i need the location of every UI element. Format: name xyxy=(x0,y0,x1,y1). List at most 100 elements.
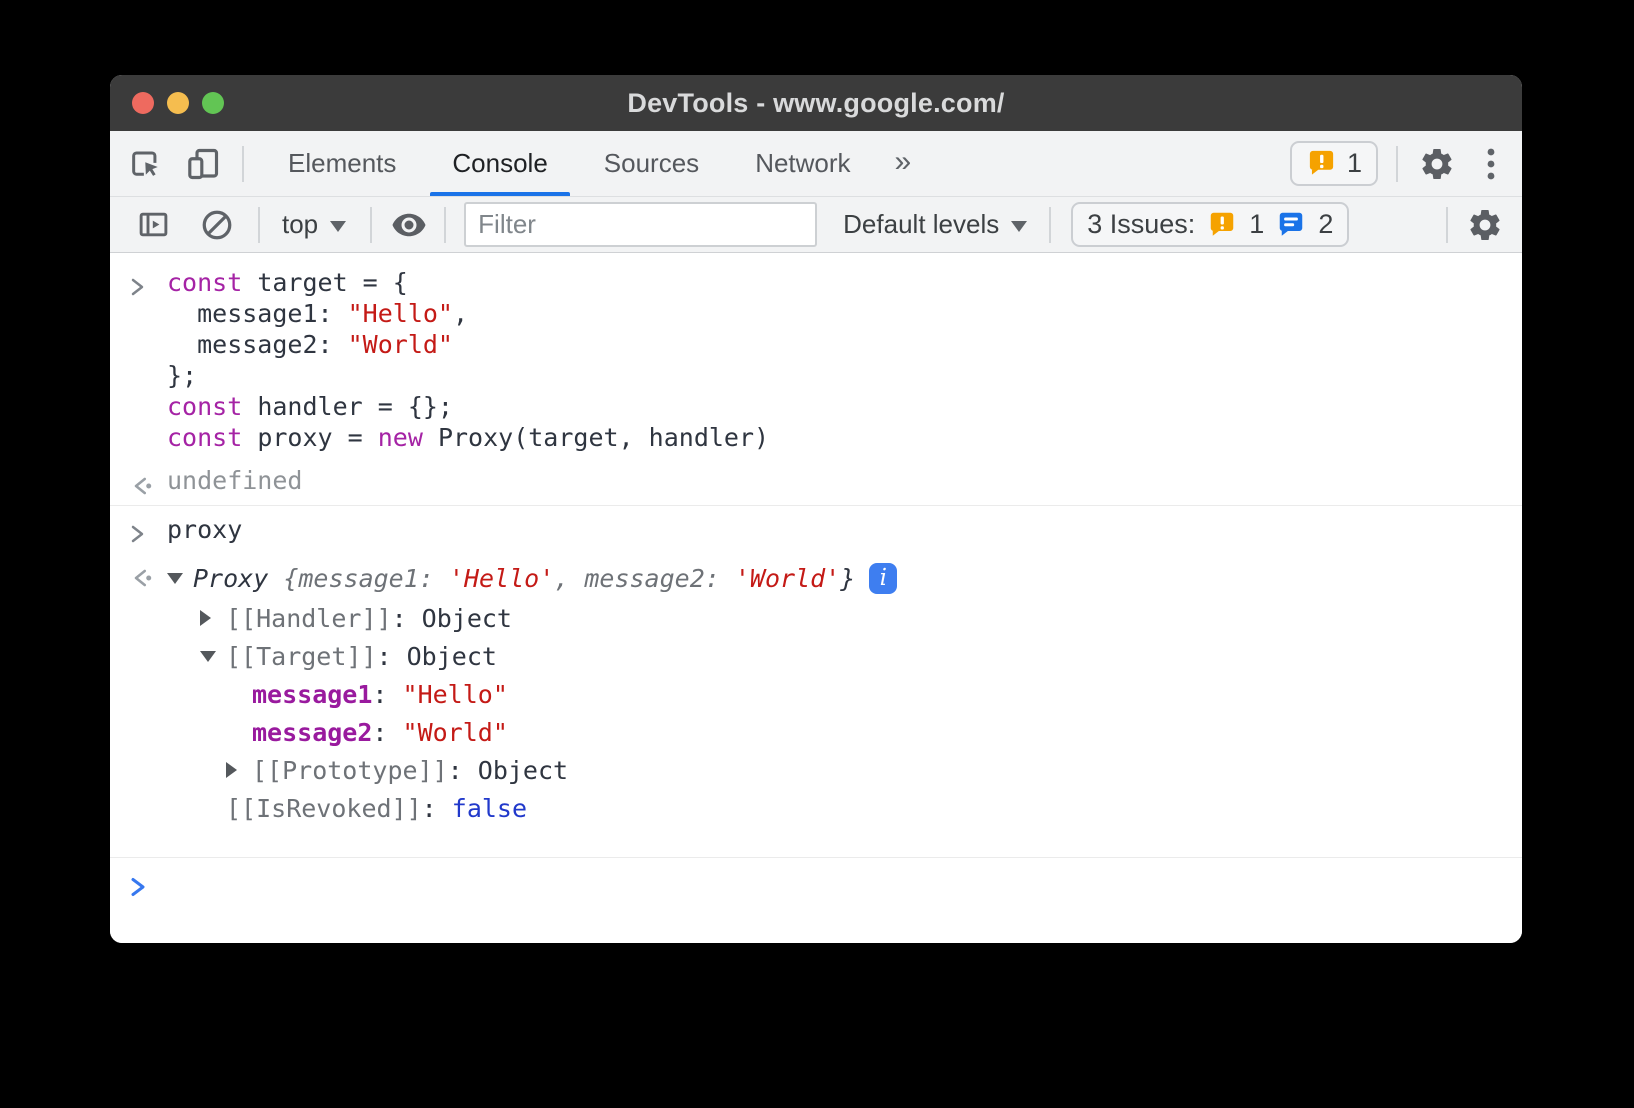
toolbar-divider xyxy=(370,207,372,243)
tree-row-text: [[IsRevoked]]: false xyxy=(226,794,527,823)
expand-right-icon[interactable] xyxy=(200,610,226,626)
console-row: }; xyxy=(110,360,1522,391)
console-row: message2: "World" xyxy=(110,329,1522,360)
issues-summary-button[interactable]: 3 Issues: 1 2 xyxy=(1071,202,1349,247)
console-panel: const target = { message1: "Hello", mess… xyxy=(110,253,1522,943)
live-expression-eye-icon[interactable] xyxy=(388,204,430,246)
info-icon[interactable]: i xyxy=(869,563,897,594)
console-row: undefined xyxy=(110,465,1522,499)
prompt-icon xyxy=(110,267,167,298)
panel-tabs: ElementsConsoleSourcesNetwork xyxy=(260,131,879,196)
console-sidebar-icon[interactable] xyxy=(132,204,174,246)
code-token: handler = {}; xyxy=(242,392,453,421)
code-token: proxy xyxy=(167,515,242,544)
object-tree-row[interactable]: [[Target]]: Object xyxy=(110,637,1522,675)
code-token: : Object xyxy=(448,756,568,785)
prompt-icon xyxy=(110,514,167,545)
issues-summary-label: 3 Issues: xyxy=(1087,209,1195,240)
object-tree: [[Handler]]: Object[[Target]]: Objectmes… xyxy=(110,599,1522,827)
tree-row-text: [[Handler]]: Object xyxy=(226,604,512,633)
code-token: proxy = xyxy=(242,423,377,452)
expand-down-icon[interactable] xyxy=(167,573,193,584)
toolbar-divider xyxy=(242,146,244,182)
settings-gear-icon[interactable] xyxy=(1416,143,1458,185)
code-token: target = { xyxy=(242,268,408,297)
code-token: Proxy(target, handler) xyxy=(423,423,769,452)
log-levels-label: Default levels xyxy=(843,209,999,240)
object-tree-row[interactable]: message1: "Hello" xyxy=(110,675,1522,713)
context-selector[interactable]: top xyxy=(276,209,352,240)
expand-right-icon[interactable] xyxy=(226,762,252,778)
inspect-element-icon[interactable] xyxy=(124,143,166,185)
console-input-text: message2: "World" xyxy=(167,329,453,360)
tab-console[interactable]: Console xyxy=(424,131,575,196)
device-toolbar-icon[interactable] xyxy=(182,143,224,185)
code-token: : xyxy=(422,794,452,823)
issue-message-icon xyxy=(1276,210,1306,240)
titlebar: DevTools - www.google.com/ xyxy=(110,75,1522,131)
gutter xyxy=(110,360,167,391)
console-input-message: const target = { message1: "Hello", mess… xyxy=(110,253,1522,459)
code-token: Proxy xyxy=(193,564,283,593)
code-token: false xyxy=(452,794,527,823)
console-input-text: const target = { xyxy=(167,267,408,298)
message-issues-count: 2 xyxy=(1318,209,1333,240)
issues-count: 1 xyxy=(1347,148,1362,179)
code-token: } xyxy=(840,564,855,593)
code-token: undefined xyxy=(167,466,302,495)
tab-sources[interactable]: Sources xyxy=(576,131,727,196)
result-value: undefined xyxy=(167,465,302,499)
gutter xyxy=(110,329,167,360)
console-input-text: message1: "Hello", xyxy=(167,298,468,329)
object-tree-row[interactable]: [[IsRevoked]]: false xyxy=(110,789,1522,827)
expand-down-icon[interactable] xyxy=(200,651,226,662)
code-token: }; xyxy=(167,361,197,390)
kebab-menu-icon[interactable] xyxy=(1476,143,1506,185)
console-input-text: const handler = {}; xyxy=(167,391,453,422)
gutter xyxy=(110,298,167,329)
more-tabs-icon[interactable]: » xyxy=(879,145,928,179)
code-token: : xyxy=(372,718,402,747)
clear-console-icon[interactable] xyxy=(196,204,238,246)
console-input-text: const proxy = new Proxy(target, handler) xyxy=(167,422,769,453)
return-value-icon xyxy=(110,565,167,591)
code-token: 'Hello' xyxy=(449,564,554,593)
console-row[interactable]: proxy xyxy=(110,514,1522,545)
toolbar-divider xyxy=(1446,207,1448,243)
chevron-down-icon xyxy=(330,221,346,232)
issues-counter-button[interactable]: 1 xyxy=(1290,141,1378,186)
code-token: const xyxy=(167,268,242,297)
gutter xyxy=(110,692,167,697)
tab-network[interactable]: Network xyxy=(727,131,878,196)
gutter xyxy=(110,616,167,621)
issue-warning-icon xyxy=(1306,148,1337,179)
code-token: "World" xyxy=(348,330,453,359)
object-preview-row[interactable]: Proxy {message1: 'Hello', message2: 'Wor… xyxy=(110,557,1522,599)
code-token: [[IsRevoked]] xyxy=(226,794,422,823)
gutter xyxy=(110,730,167,735)
tree-row-text: [[Prototype]]: Object xyxy=(252,756,568,785)
console-object-message: Proxy {message1: 'Hello', message2: 'Wor… xyxy=(110,551,1522,857)
object-tree-row[interactable]: [[Prototype]]: Object xyxy=(110,751,1522,789)
gutter xyxy=(110,422,167,453)
console-settings-gear-icon[interactable] xyxy=(1462,204,1508,246)
console-row: const proxy = new Proxy(target, handler) xyxy=(110,422,1522,453)
filter-input[interactable] xyxy=(464,202,817,247)
code-token: const xyxy=(167,423,242,452)
code-token: message2: xyxy=(167,330,348,359)
tree-row-text: message2: "World" xyxy=(252,718,508,747)
console-input-text: }; xyxy=(167,360,197,391)
console-result-message: undefined xyxy=(110,459,1522,505)
code-token: {message1: xyxy=(283,564,449,593)
code-token: "Hello" xyxy=(403,680,508,709)
context-selector-label: top xyxy=(282,209,318,240)
code-token: "World" xyxy=(403,718,508,747)
object-tree-row[interactable]: message2: "World" xyxy=(110,713,1522,751)
code-token: message1 xyxy=(252,680,372,709)
toolbar-divider xyxy=(444,207,446,243)
console-prompt-row[interactable] xyxy=(110,858,1522,899)
tab-elements[interactable]: Elements xyxy=(260,131,424,196)
object-tree-row[interactable]: [[Handler]]: Object xyxy=(110,599,1522,637)
issue-warning-icon xyxy=(1207,210,1237,240)
log-levels-selector[interactable]: Default levels xyxy=(837,209,1033,240)
